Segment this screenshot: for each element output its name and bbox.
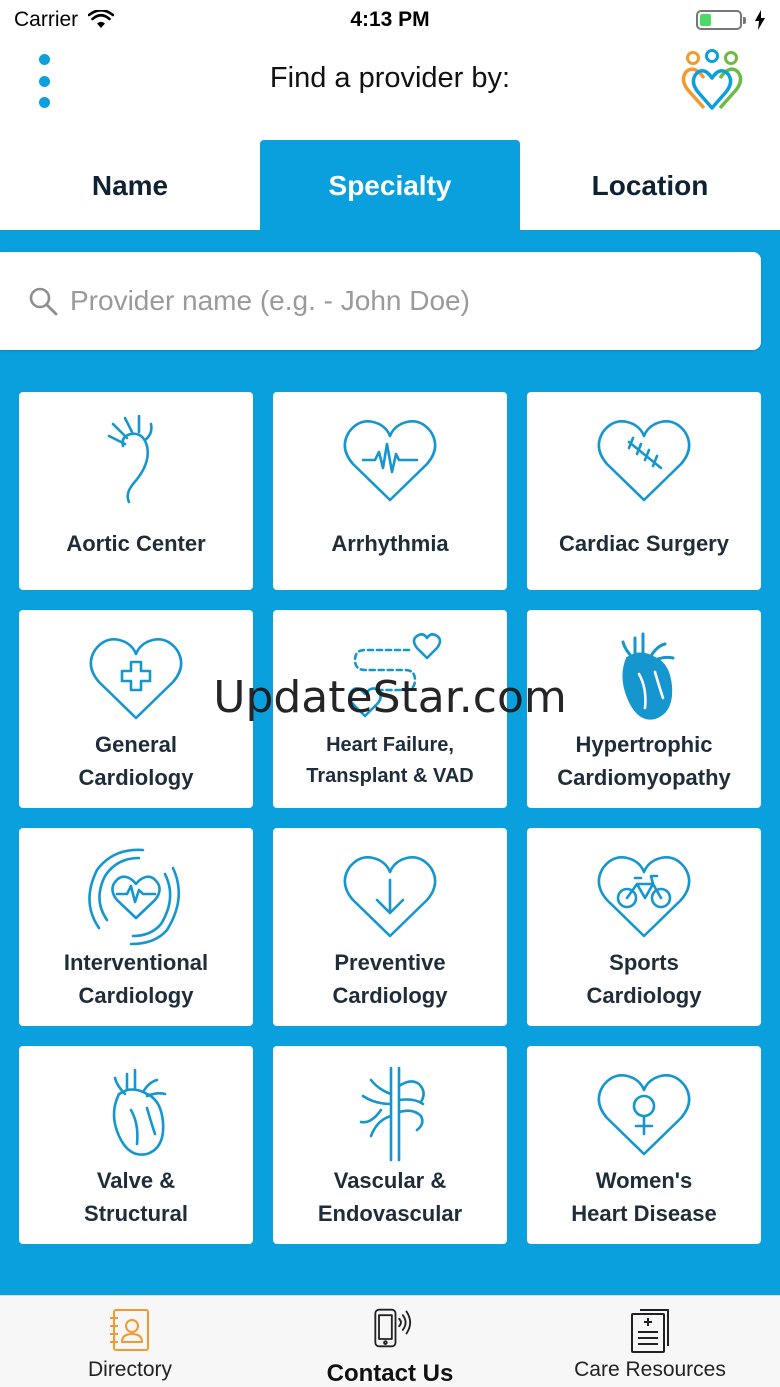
heart-pulse-waves-icon: [88, 848, 181, 946]
specialty-label: Sports Cardiology: [586, 950, 702, 1008]
search-icon: [29, 287, 58, 316]
search-bar[interactable]: [0, 252, 761, 350]
phone-ringing-icon: [374, 1308, 412, 1348]
heart-cross-icon: [89, 638, 183, 720]
status-bar: Carrier 4:13 PM: [0, 0, 780, 40]
nav-label: Care Resources: [574, 1358, 726, 1381]
specialty-label: Preventive Cardiology: [332, 950, 448, 1008]
nav-care-resources[interactable]: Care Resources: [520, 1296, 780, 1387]
specialty-card-cardiac-surgery[interactable]: Cardiac Surgery: [527, 392, 761, 590]
specialty-card-general-cardiology[interactable]: General Cardiology: [19, 610, 253, 808]
heart-female-icon: [597, 1074, 691, 1156]
heart-ecg-icon: [343, 420, 437, 502]
specialty-label: Arrhythmia: [331, 530, 449, 556]
aorta-icon: [107, 414, 153, 504]
specialty-panel: Aortic Center Arrhythmia Cardiac Surgery: [0, 230, 780, 1295]
specialty-label: General Cardiology: [78, 732, 194, 790]
provider-search-input[interactable]: [70, 285, 710, 317]
specialty-label: Interventional Cardiology: [63, 950, 209, 1008]
tab-name[interactable]: Name: [0, 140, 260, 232]
directory-contact-card-icon: [110, 1309, 149, 1351]
battery-level: [700, 14, 712, 26]
nav-label: Contact Us: [326, 1360, 454, 1387]
specialty-card-interventional-cardiology[interactable]: Interventional Cardiology: [19, 828, 253, 1026]
documents-icon: [631, 1309, 669, 1353]
specialty-grid: Aortic Center Arrhythmia Cardiac Surgery: [19, 392, 761, 1244]
specialty-label: Vascular & Endovascular: [317, 1168, 463, 1226]
charging-bolt-icon: [755, 10, 765, 30]
specialty-card-aortic-center[interactable]: Aortic Center: [19, 392, 253, 590]
heart-arrow-down-icon: [343, 856, 437, 938]
people-hearts-logo: [681, 49, 743, 110]
specialty-card-preventive-cardiology[interactable]: Preventive Cardiology: [273, 828, 507, 1026]
nav-contact-us[interactable]: Contact Us: [260, 1296, 520, 1387]
nav-directory[interactable]: Directory: [0, 1296, 260, 1387]
battery-icon: [696, 10, 746, 30]
specialty-label: Valve & Structural: [84, 1168, 188, 1226]
page-title: Find a provider by:: [269, 62, 511, 94]
status-right: [696, 10, 766, 30]
specialty-card-valve-structural[interactable]: Valve & Structural: [19, 1046, 253, 1244]
heart-bicycle-icon: [597, 856, 691, 938]
specialty-card-arrhythmia[interactable]: Arrhythmia: [273, 392, 507, 590]
carrier-label: Carrier: [14, 8, 79, 31]
specialty-card-womens-heart-disease[interactable]: Women's Heart Disease: [527, 1046, 761, 1244]
specialty-card-sports-cardiology[interactable]: Sports Cardiology: [527, 828, 761, 1026]
specialty-label: Cardiac Surgery: [559, 530, 729, 556]
specialty-label: Hypertrophic Cardiomyopathy: [557, 732, 731, 790]
header: Find a provider by:: [0, 40, 780, 136]
specialty-card-heart-failure[interactable]: Heart Failure, Transplant & VAD: [273, 610, 507, 808]
anatomical-heart-outline-icon: [112, 1068, 167, 1156]
tab-location[interactable]: Location: [520, 140, 780, 232]
specialty-label: Aortic Center: [66, 530, 206, 556]
bottom-tab-bar: Directory Contact Us Care Resources: [0, 1295, 780, 1387]
status-time: 4:13 PM: [350, 8, 430, 31]
tab-specialty[interactable]: Specialty: [260, 140, 520, 232]
heart-transplant-icon: [348, 633, 442, 718]
wifi-icon: [88, 10, 115, 28]
specialty-label: Women's Heart Disease: [571, 1168, 717, 1226]
anatomical-heart-filled-icon: [621, 632, 675, 720]
search-mode-tabs: Name Specialty Location: [0, 140, 780, 232]
specialty-label: Heart Failure, Transplant & VAD: [306, 734, 474, 787]
vascular-tree-icon: [359, 1066, 425, 1162]
specialty-card-vascular-endovascular[interactable]: Vascular & Endovascular: [273, 1046, 507, 1244]
nav-label: Directory: [87, 1358, 172, 1381]
specialty-card-hypertrophic-cardiomyopathy[interactable]: Hypertrophic Cardiomyopathy: [527, 610, 761, 808]
heart-stitches-icon: [597, 420, 691, 502]
status-left: Carrier: [14, 8, 115, 32]
